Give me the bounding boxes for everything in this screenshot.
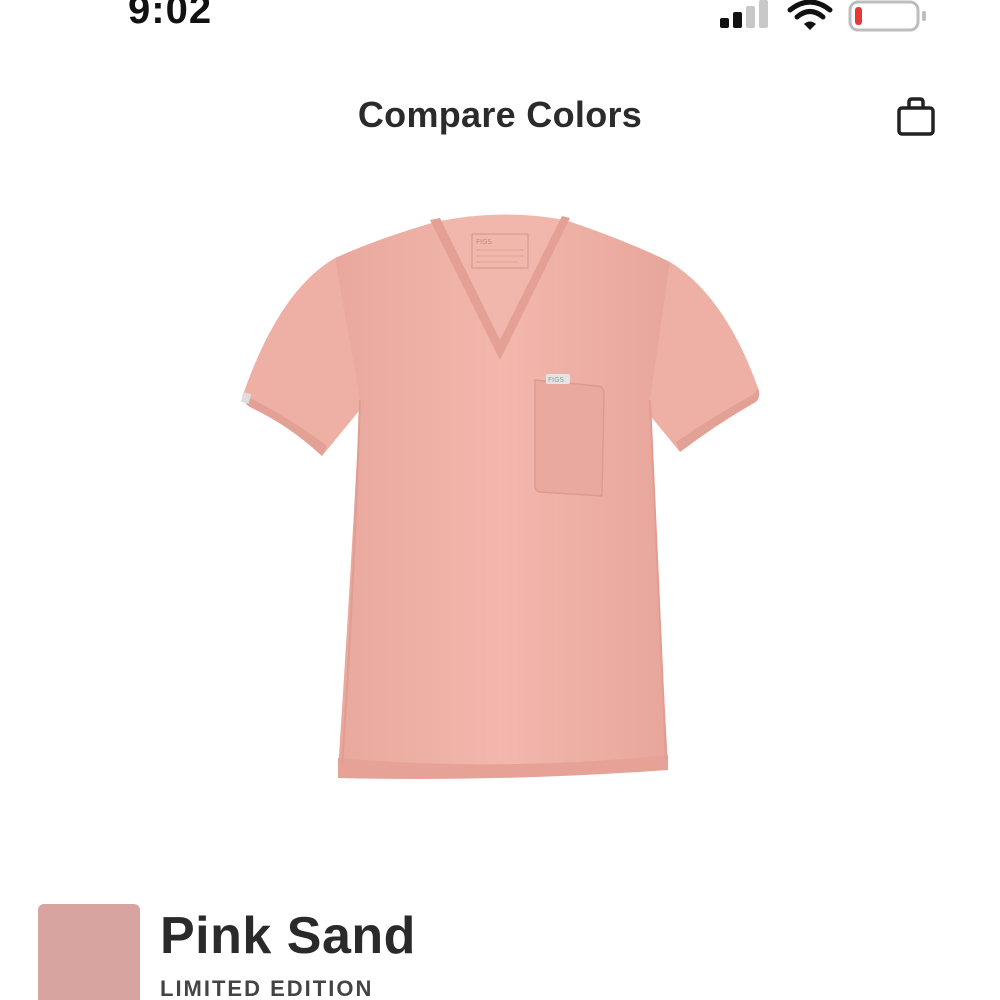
limited-edition-badge: LIMITED EDITION <box>160 976 374 1000</box>
shopping-bag-icon <box>897 97 935 136</box>
page-title: Compare Colors <box>357 94 643 135</box>
cellular-signal-icon <box>720 0 768 28</box>
battery-low-icon <box>848 0 926 32</box>
product-image-scrub-top[interactable]: FIGS FIGS <box>230 200 770 790</box>
status-icons <box>718 0 928 32</box>
color-name: Pink Sand <box>160 907 416 965</box>
status-time: 9:02 <box>128 0 213 32</box>
color-swatch[interactable] <box>38 904 140 1000</box>
neck-label-text: FIGS <box>476 238 493 246</box>
shopping-bag-button[interactable] <box>892 94 940 138</box>
pocket-label-text: FIGS <box>548 376 565 384</box>
wifi-icon <box>787 0 833 30</box>
compare-colors-screen: 9:02 Compare Colors FIGS FIGS Pink Sand … <box>0 0 1000 1000</box>
